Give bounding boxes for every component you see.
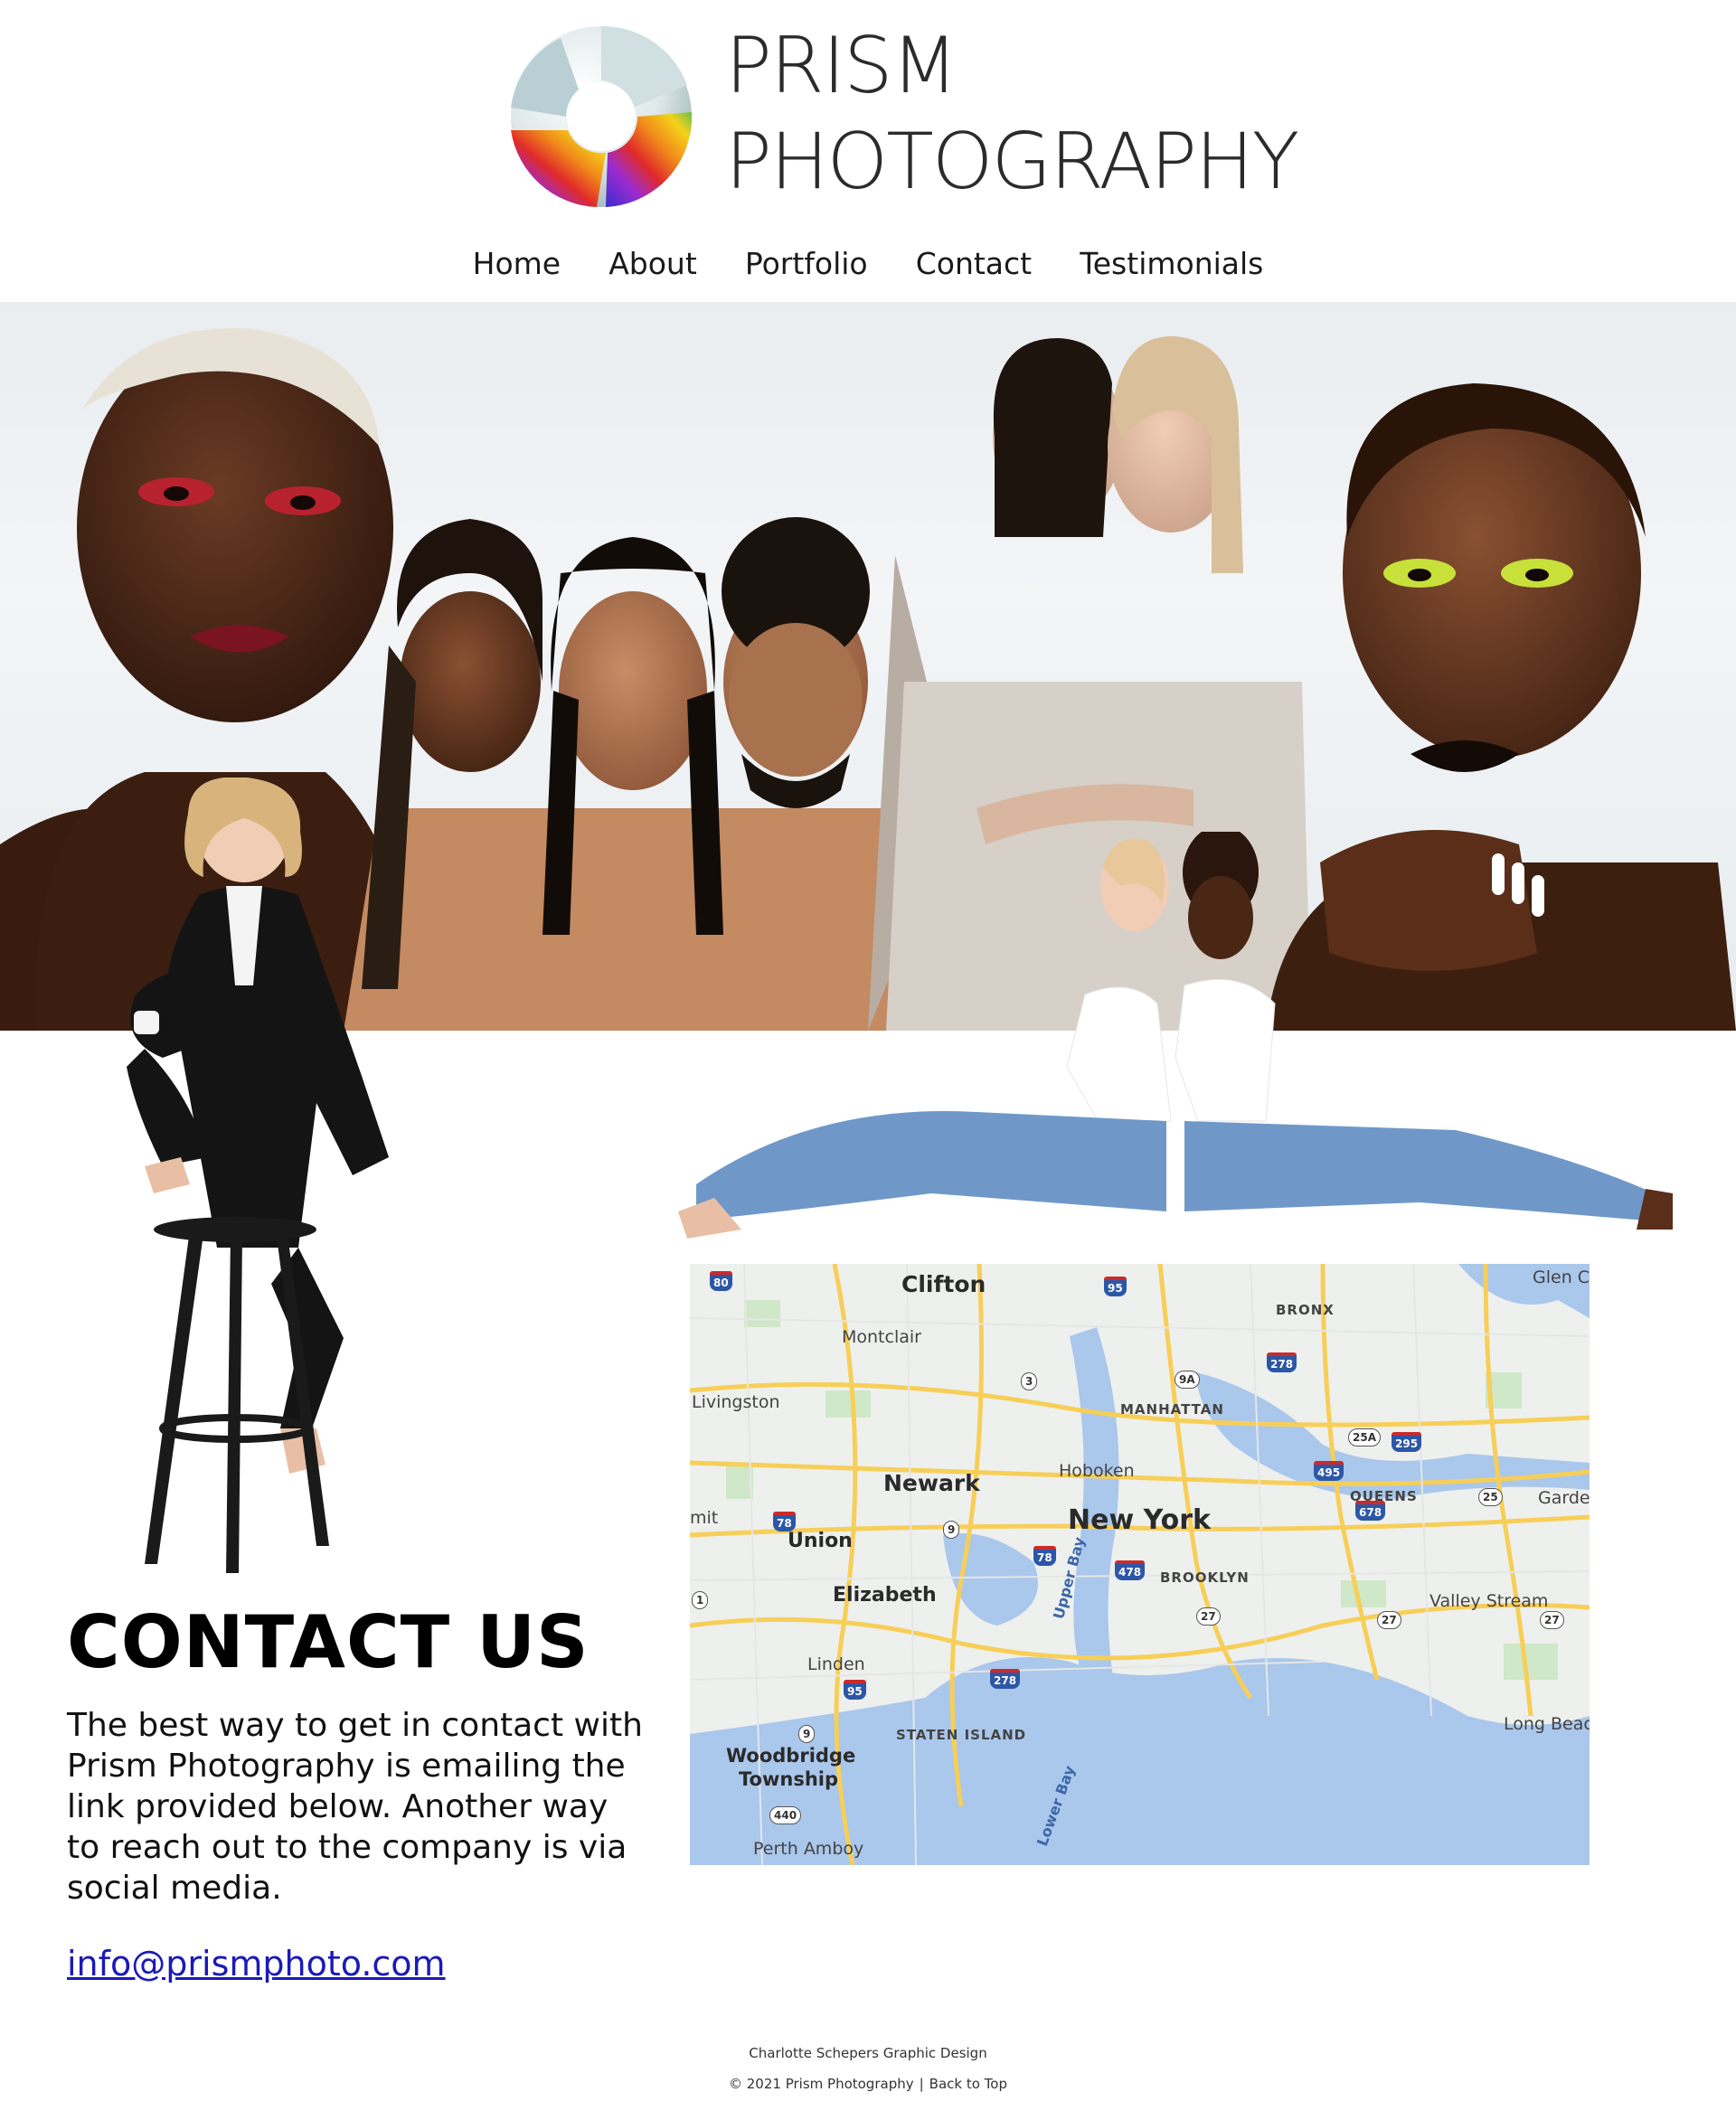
contact-email-link[interactable]: info@prismphoto.com [67, 1944, 446, 1984]
highway-shield-icon: 27 [1540, 1611, 1564, 1629]
photo-two-women-sitting [678, 832, 1673, 1239]
highway-shield-icon: 78 [773, 1512, 796, 1531]
highway-shield-icon: 278 [1267, 1352, 1297, 1372]
nav-testimonials[interactable]: Testimonials [1080, 246, 1263, 281]
site-logo[interactable]: PRISM PHOTOGRAPHY [506, 21, 1299, 212]
map-label-newark: Newark [883, 1470, 980, 1496]
nav-contact[interactable]: Contact [916, 246, 1032, 281]
highway-shield-icon: 495 [1314, 1461, 1344, 1481]
nav-portfolio[interactable]: Portfolio [745, 246, 868, 281]
map-label-livingston: Livingston [692, 1392, 780, 1412]
contact-description: The best way to get in contact with Pris… [67, 1707, 643, 1907]
map-label-township: Township [739, 1768, 838, 1790]
highway-shield-icon: 478 [1115, 1560, 1146, 1580]
map-label-bronx: BRONX [1276, 1302, 1335, 1318]
footer-credit: Charlotte Schepers Graphic Design [749, 2045, 987, 2061]
location-map[interactable]: Clifton Montclair Livingston Newark Hobo… [690, 1264, 1590, 1865]
aperture-logo-icon [511, 25, 693, 207]
highway-shield-icon: 25A [1348, 1428, 1381, 1447]
map-label-manhattan: MANHATTAN [1120, 1401, 1224, 1418]
contact-title: CONTACT US [67, 1600, 590, 1684]
nav-home[interactable]: Home [473, 246, 561, 281]
map-label-long-beach: Long Beac [1504, 1714, 1590, 1734]
highway-shield-icon: 25 [1478, 1488, 1503, 1506]
highway-shield-icon: 440 [769, 1806, 802, 1824]
map-label-perth-amboy: Perth Amboy [753, 1839, 864, 1859]
main-nav: Home About Portfolio Contact Testimonial… [0, 246, 1736, 281]
map-label-staten-island: STATEN ISLAND [896, 1727, 1027, 1743]
map-label-garden: Garden [1538, 1488, 1590, 1508]
highway-shield-icon: 27 [1196, 1607, 1221, 1626]
map-label-glen-cove: Glen C [1533, 1268, 1590, 1287]
footer-bottom: © 2021 Prism Photography | Back to Top [0, 2076, 1736, 2092]
map-label-summit: mit [690, 1508, 719, 1528]
brand-name-line1: PRISM [725, 21, 958, 111]
map-label-clifton: Clifton [901, 1271, 986, 1297]
highway-shield-icon: 295 [1392, 1432, 1422, 1452]
highway-shield-icon: 9 [943, 1521, 960, 1539]
highway-shield-icon: 95 [1104, 1277, 1127, 1296]
map-label-hoboken: Hoboken [1059, 1461, 1135, 1481]
map-label-woodbridge: Woodbridge [726, 1745, 856, 1767]
highway-shield-icon: 1 [692, 1591, 709, 1609]
map-label-elizabeth: Elizabeth [833, 1584, 937, 1607]
footer-separator: | [919, 2076, 924, 2092]
highway-shield-icon: 27 [1377, 1611, 1401, 1629]
back-to-top-link[interactable]: Back to Top [929, 2076, 1007, 2092]
highway-shield-icon: 678 [1355, 1501, 1386, 1521]
highway-shield-icon: 3 [1021, 1372, 1038, 1390]
nav-about[interactable]: About [609, 246, 697, 281]
photo-woman-on-stool [127, 777, 389, 1573]
highway-shield-icon: 9 [798, 1725, 816, 1743]
highway-shield-icon: 80 [710, 1271, 732, 1291]
highway-shield-icon: 95 [844, 1680, 866, 1700]
map-label-linden: Linden [807, 1654, 865, 1674]
footer-copyright: © 2021 Prism Photography [729, 2076, 914, 2092]
map-label-montclair: Montclair [842, 1327, 921, 1347]
highway-shield-icon: 9A [1175, 1371, 1200, 1389]
map-label-valley-stream: Valley Stream [1429, 1591, 1549, 1611]
highway-shield-icon: 78 [1033, 1546, 1056, 1566]
map-label-new-york: New York [1068, 1504, 1211, 1536]
map-label-brooklyn: BROOKLYN [1160, 1569, 1250, 1586]
highway-shield-icon: 278 [990, 1669, 1021, 1689]
brand-name-line2: PHOTOGRAPHY [725, 117, 1299, 207]
map-label-union: Union [788, 1530, 853, 1552]
